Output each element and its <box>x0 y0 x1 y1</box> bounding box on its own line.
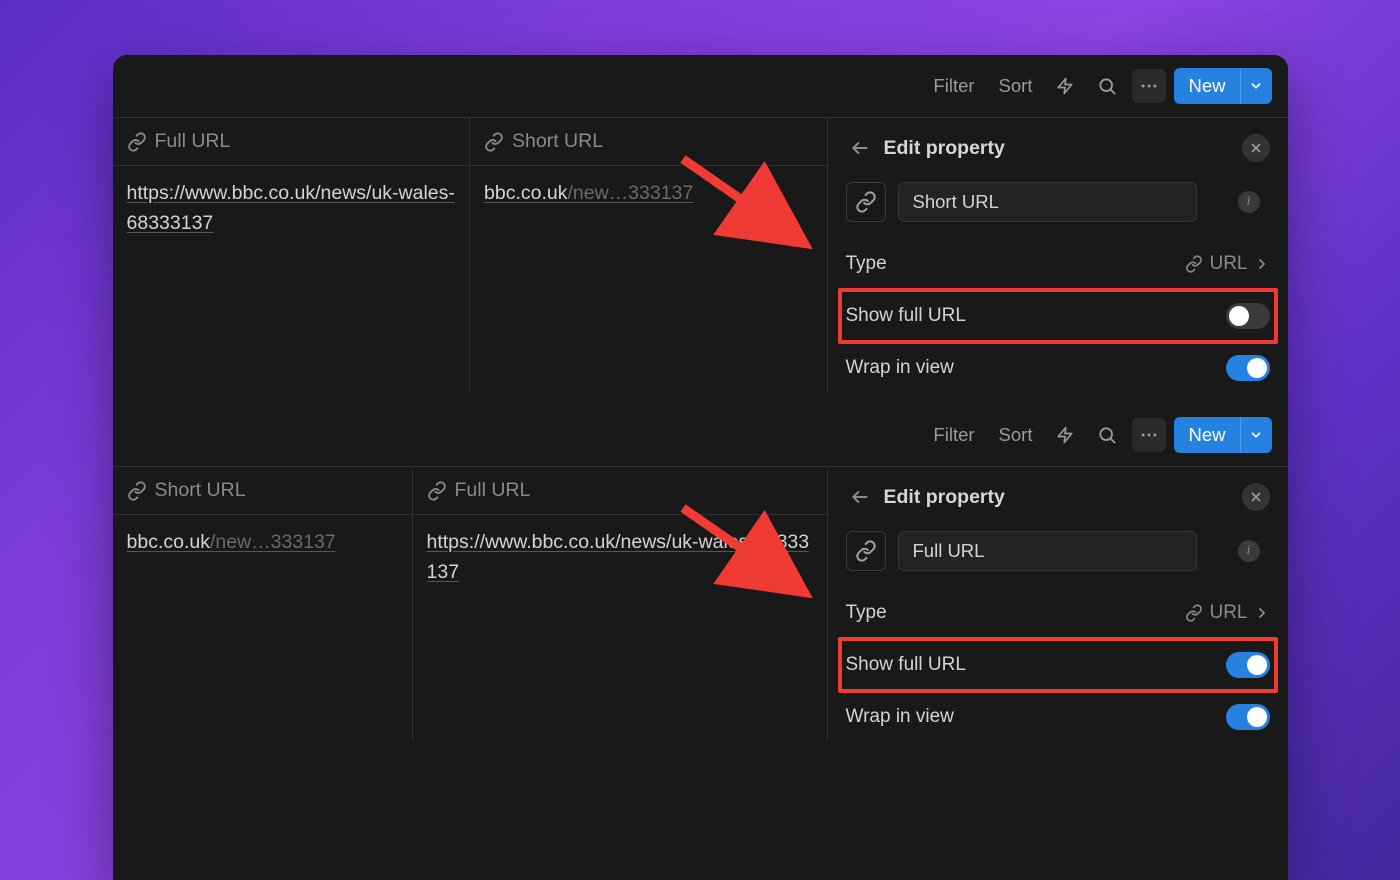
panels: Short URL bbc.co.uk/new…333137 Full URL … <box>113 466 1288 741</box>
app-window: Filter Sort New <box>113 55 1288 880</box>
wrap-in-view-toggle[interactable] <box>1226 704 1270 730</box>
column-header-label: Full URL <box>455 479 531 502</box>
info-icon[interactable]: i <box>1238 540 1260 562</box>
new-button[interactable]: New <box>1174 68 1271 104</box>
show-full-url-toggle[interactable] <box>1226 303 1270 329</box>
wrap-in-view-row[interactable]: Wrap in view <box>846 693 1270 741</box>
column-short-url: Short URL bbc.co.uk/new…333137 <box>470 118 828 392</box>
type-value: URL <box>1209 253 1247 275</box>
panels: Full URL https://www.bbc.co.uk/news/uk-w… <box>113 117 1288 392</box>
table: Full URL https://www.bbc.co.uk/news/uk-w… <box>113 118 828 392</box>
column-full-url: Full URL https://www.bbc.co.uk/news/uk-w… <box>113 118 471 392</box>
chevron-down-icon[interactable] <box>1240 417 1272 453</box>
panel-title: Edit property <box>884 137 1232 160</box>
close-icon[interactable] <box>1242 134 1270 162</box>
chevron-right-icon <box>1254 605 1270 621</box>
edit-property-panel: Edit property i Type <box>828 467 1288 741</box>
column-header-label: Short URL <box>512 130 603 153</box>
show-full-url-row[interactable]: Show full URL <box>846 641 1270 689</box>
more-icon[interactable] <box>1132 69 1166 103</box>
type-row[interactable]: Type URL <box>846 589 1270 637</box>
link-icon <box>1185 604 1203 622</box>
search-icon[interactable] <box>1090 69 1124 103</box>
link-icon <box>484 132 504 152</box>
pane-1: Filter Sort New <box>113 55 1288 392</box>
new-button[interactable]: New <box>1174 417 1271 453</box>
new-button-label: New <box>1174 424 1239 446</box>
type-value: URL <box>1209 602 1247 624</box>
pane-2: Filter Sort New <box>113 404 1288 741</box>
column-short-url: Short URL bbc.co.uk/new…333137 <box>113 467 413 741</box>
cell-short-url[interactable]: bbc.co.uk/new…333137 <box>470 166 827 220</box>
edit-property-panel: Edit property i Type <box>828 118 1288 392</box>
show-full-url-toggle[interactable] <box>1226 652 1270 678</box>
type-row[interactable]: Type URL <box>846 240 1270 288</box>
back-button[interactable] <box>846 483 874 511</box>
highlight-show-full-url: Show full URL <box>838 637 1278 693</box>
lightning-icon[interactable] <box>1048 69 1082 103</box>
type-label: Type <box>846 602 887 624</box>
cell-short-url[interactable]: bbc.co.uk/new…333137 <box>113 515 412 569</box>
close-icon[interactable] <box>1242 483 1270 511</box>
sort-button[interactable]: Sort <box>991 71 1041 101</box>
show-full-url-row[interactable]: Show full URL <box>846 292 1270 340</box>
lightning-icon[interactable] <box>1048 418 1082 452</box>
property-icon-picker[interactable] <box>846 182 886 222</box>
cell-full-url[interactable]: https://www.bbc.co.uk/news/uk-wales-6833… <box>113 166 470 250</box>
column-header[interactable]: Short URL <box>113 467 412 515</box>
column-full-url: Full URL https://www.bbc.co.uk/news/uk-w… <box>413 467 828 741</box>
toolbar: Filter Sort New <box>113 404 1288 466</box>
wrap-in-view-label: Wrap in view <box>846 706 954 728</box>
property-name-input[interactable] <box>898 182 1197 222</box>
wrap-in-view-toggle[interactable] <box>1226 355 1270 381</box>
more-icon[interactable] <box>1132 418 1166 452</box>
new-button-label: New <box>1174 75 1239 97</box>
back-button[interactable] <box>846 134 874 162</box>
filter-button[interactable]: Filter <box>925 420 982 450</box>
table: Short URL bbc.co.uk/new…333137 Full URL … <box>113 467 828 741</box>
search-icon[interactable] <box>1090 418 1124 452</box>
link-icon <box>127 132 147 152</box>
chevron-right-icon <box>1254 256 1270 272</box>
link-icon <box>127 481 147 501</box>
panel-title: Edit property <box>884 486 1232 509</box>
filter-button[interactable]: Filter <box>925 71 982 101</box>
column-header[interactable]: Short URL <box>470 118 827 166</box>
show-full-url-label: Show full URL <box>846 654 966 676</box>
toolbar: Filter Sort New <box>113 55 1288 117</box>
column-header[interactable]: Full URL <box>113 118 470 166</box>
column-header[interactable]: Full URL <box>413 467 827 515</box>
link-icon <box>427 481 447 501</box>
cell-full-url[interactable]: https://www.bbc.co.uk/news/uk-wales-6833… <box>413 515 827 599</box>
property-name-input[interactable] <box>898 531 1197 571</box>
property-icon-picker[interactable] <box>846 531 886 571</box>
wrap-in-view-row[interactable]: Wrap in view <box>846 344 1270 392</box>
link-icon <box>1185 255 1203 273</box>
wrap-in-view-label: Wrap in view <box>846 357 954 379</box>
column-header-label: Full URL <box>155 130 231 153</box>
type-label: Type <box>846 253 887 275</box>
sort-button[interactable]: Sort <box>991 420 1041 450</box>
highlight-show-full-url: Show full URL <box>838 288 1278 344</box>
show-full-url-label: Show full URL <box>846 305 966 327</box>
chevron-down-icon[interactable] <box>1240 68 1272 104</box>
info-icon[interactable]: i <box>1238 191 1260 213</box>
column-header-label: Short URL <box>155 479 246 502</box>
